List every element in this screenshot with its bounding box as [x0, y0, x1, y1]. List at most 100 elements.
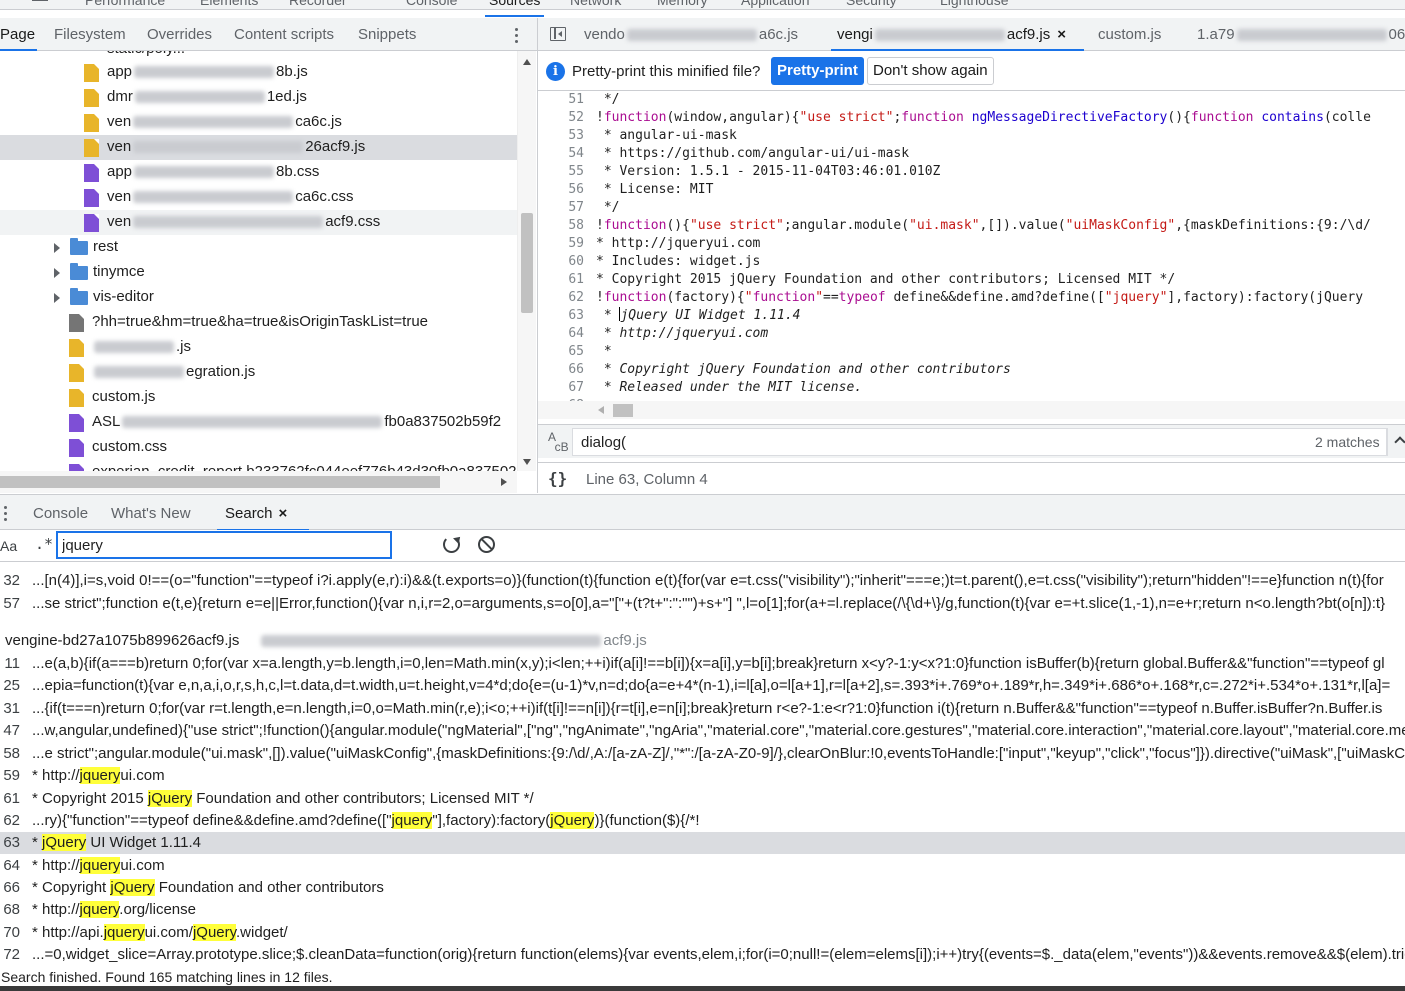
expand-arrow-icon[interactable]	[54, 243, 60, 253]
match-case-toggle[interactable]: Aa	[0, 538, 17, 554]
expand-arrow-icon[interactable]	[54, 268, 60, 278]
search-result-line[interactable]: 64 * http://jqueryui.com	[0, 855, 1405, 877]
tree-item[interactable]: dmr 1ed.js	[0, 85, 517, 110]
line-number[interactable]: 51	[538, 91, 584, 109]
navigator-more-icon[interactable]	[515, 28, 519, 46]
editor-tab[interactable]: vendo a6c.js	[584, 26, 798, 43]
file-tree-horizontal-scrollbar[interactable]	[0, 471, 517, 493]
navigator-tab-overrides[interactable]: Overrides	[147, 26, 212, 43]
line-number[interactable]: 54	[538, 145, 584, 163]
top-tab-sources[interactable]: Sources	[484, 0, 545, 17]
code-editor[interactable]: 51 */52 !function(window,angular){"use st…	[538, 91, 1405, 401]
line-number[interactable]: 66	[538, 361, 584, 379]
search-result-line[interactable]: 61 * Copyright 2015 jQuery Foundation an…	[0, 788, 1405, 810]
scroll-down-arrow-icon[interactable]	[523, 459, 531, 465]
search-result-line[interactable]: 62 ...ry){"function"==typeof define&&defi…	[0, 810, 1405, 832]
line-number[interactable]: 57	[538, 199, 584, 217]
find-previous-icon[interactable]	[1394, 436, 1405, 448]
tree-item[interactable]: tinymce	[0, 260, 517, 285]
search-result-line[interactable]: 70 * http://api.jqueryui.com/jQuery.widg…	[0, 922, 1405, 944]
search-result-line[interactable]: 66 * Copyright jQuery Foundation and oth…	[0, 877, 1405, 899]
scroll-thumb[interactable]	[0, 476, 440, 488]
drawer-more-icon[interactable]	[4, 506, 8, 524]
file-tree-vertical-scrollbar[interactable]	[517, 51, 536, 471]
tree-item[interactable]: experian_credit_report.b233762fc044eef77…	[0, 460, 517, 471]
pretty-print-button[interactable]: Pretty-print	[771, 57, 864, 85]
close-tab-icon[interactable]: ×	[1057, 26, 1066, 43]
search-input[interactable]	[57, 532, 391, 558]
search-result-line[interactable]: 25 ...epia=function(t){var e,n,a,i,o,r,s,…	[0, 675, 1405, 697]
code-horizontal-scrollbar[interactable]	[538, 401, 1405, 419]
scroll-thumb[interactable]	[613, 404, 633, 417]
drawer-tab-what-s-new[interactable]: What's New	[111, 505, 191, 522]
drawer-tab-console[interactable]: Console	[33, 505, 88, 522]
find-input[interactable]	[572, 428, 1387, 456]
device-icon[interactable]	[32, 0, 48, 1]
line-number[interactable]: 63	[538, 307, 584, 325]
search-result-line[interactable]: 11 ...e(a,b){if(a===b)return 0;for(var x=…	[0, 653, 1405, 675]
scroll-up-arrow-icon[interactable]	[523, 59, 531, 65]
editor-tab[interactable]: custom.js	[1098, 26, 1161, 43]
search-result-line[interactable]: 68 * http://jquery.org/license	[0, 899, 1405, 921]
tree-item[interactable]: rest	[0, 235, 517, 260]
line-number[interactable]: 65	[538, 343, 584, 361]
clear-icon[interactable]	[478, 536, 495, 553]
top-tab-performance[interactable]: Performance	[85, 0, 165, 8]
tree-item[interactable]: egration.js	[0, 360, 517, 385]
tree-item[interactable]: ?hh=true&hm=true&ha=true&isOriginTaskLis…	[0, 310, 517, 335]
tree-item[interactable]: custom.css	[0, 435, 517, 460]
line-number[interactable]: 67	[538, 379, 584, 397]
tree-item[interactable]: app 8b.css	[0, 160, 517, 185]
top-tab-security[interactable]: Security	[846, 0, 897, 8]
top-tab-network[interactable]: Network	[570, 0, 621, 8]
line-number[interactable]: 64	[538, 325, 584, 343]
tree-item[interactable]: ASL fb0a837502b59f2	[0, 410, 517, 435]
search-result-line[interactable]: 58 ...e strict";angular.module("ui.mask",…	[0, 743, 1405, 765]
search-result-line[interactable]: 72 ...=0,widget_slice=Array.prototype.sli…	[0, 944, 1405, 966]
close-search-tab-icon[interactable]: ×	[279, 505, 288, 522]
scroll-right-arrow-icon[interactable]	[501, 478, 507, 486]
toggle-navigator-icon[interactable]	[550, 27, 566, 41]
line-number[interactable]: 62	[538, 289, 584, 307]
line-number[interactable]: 58	[538, 217, 584, 235]
search-result-file-header[interactable]: vengine-bd27a1075b899626acf9.js acf9.js	[5, 632, 647, 649]
expand-arrow-icon[interactable]	[54, 293, 60, 303]
search-result-line[interactable]: 47 ...w,angular,undefined){"use strict";!…	[0, 720, 1405, 742]
tree-item[interactable]: ven ca6c.css	[0, 185, 517, 210]
top-tab-memory[interactable]: Memory	[657, 0, 708, 8]
tree-item[interactable]: ven ca6c.js	[0, 110, 517, 135]
line-number[interactable]: 52	[538, 109, 584, 127]
regex-toggle[interactable]: .*	[35, 535, 53, 553]
editor-tab[interactable]: 1.a7906e4.js	[1197, 26, 1405, 43]
navigator-tab-page[interactable]: Page	[0, 26, 38, 51]
top-tab-application[interactable]: Application	[741, 0, 810, 8]
navigator-tab-filesystem[interactable]: Filesystem	[54, 26, 126, 43]
line-number[interactable]: 60	[538, 253, 584, 271]
pretty-print-braces-icon[interactable]: {}	[548, 469, 567, 488]
navigator-tab-content-scripts[interactable]: Content scripts	[234, 26, 334, 43]
tree-item[interactable]: ven acf9.css	[0, 210, 517, 235]
top-tab-recorder[interactable]: Recorder	[289, 0, 347, 8]
find-replace-toggle-icon[interactable]: A cB	[548, 431, 569, 453]
refresh-icon[interactable]	[443, 536, 460, 553]
search-result-line[interactable]: 31 ...{if(t===n)return 0;for(var r=t.leng…	[0, 698, 1405, 720]
tree-item[interactable]: ven 26acf9.js	[0, 135, 517, 160]
line-number[interactable]: 55	[538, 163, 584, 181]
drawer-tab-search[interactable]: Search ×	[216, 505, 310, 531]
top-tab-console[interactable]: Console	[406, 0, 457, 8]
dont-show-again-button[interactable]: Don't show again	[867, 57, 994, 85]
search-result-line[interactable]: 57 ...se strict";function e(t,e){return e…	[0, 593, 1405, 615]
line-number[interactable]: 56	[538, 181, 584, 199]
scroll-left-arrow-icon[interactable]	[598, 406, 604, 414]
tree-item[interactable]: vis-editor	[0, 285, 517, 310]
tree-item[interactable]: app 8b.js	[0, 60, 517, 85]
search-result-line[interactable]: 59 * http://jqueryui.com	[0, 765, 1405, 787]
top-tab-lighthouse[interactable]: Lighthouse	[940, 0, 1009, 8]
line-number[interactable]: 53	[538, 127, 584, 145]
line-number[interactable]: 61	[538, 271, 584, 289]
search-result-line[interactable]: 32 ...[n(4)],i=s,void 0!==(o="function"==…	[0, 570, 1405, 592]
tree-item[interactable]: custom.js	[0, 385, 517, 410]
scroll-thumb[interactable]	[521, 213, 533, 313]
editor-tab[interactable]: vengi acf9.js ×	[831, 26, 1084, 51]
navigator-tab-snippets[interactable]: Snippets	[358, 26, 416, 43]
